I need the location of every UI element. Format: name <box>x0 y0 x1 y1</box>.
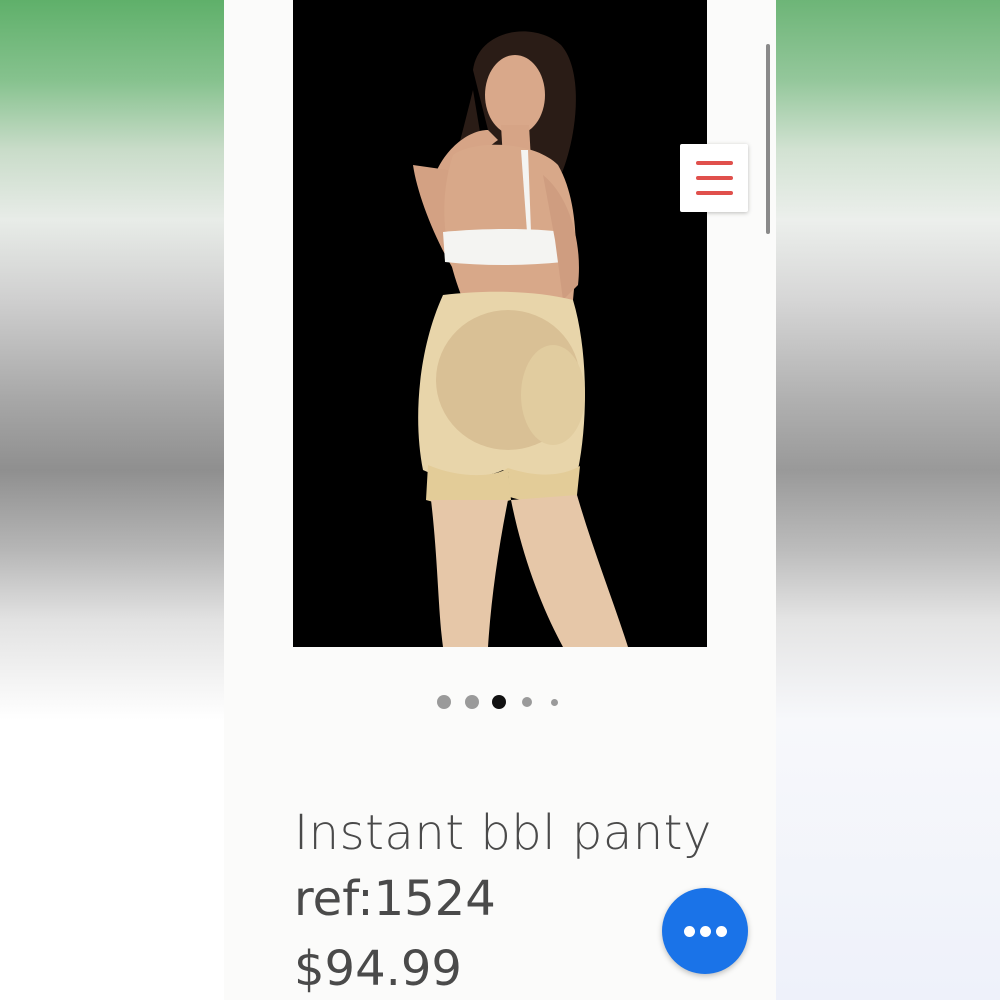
product-reference: ref:1524 <box>294 871 496 927</box>
carousel-dot[interactable] <box>465 695 479 709</box>
screenshot-frame: Instant bbl panty ref:1524 $94.99 <box>0 0 1000 1000</box>
menu-button[interactable] <box>680 144 748 212</box>
product-image[interactable] <box>293 0 707 647</box>
carousel-dot[interactable] <box>551 699 558 706</box>
carousel-dot[interactable] <box>522 697 532 707</box>
product-page: Instant bbl panty ref:1524 $94.99 <box>224 0 776 1000</box>
product-price: $94.99 <box>294 941 462 997</box>
carousel-dot-active[interactable] <box>492 695 506 709</box>
blurred-background-right <box>776 0 1000 1000</box>
product-title: Instant bbl panty <box>294 805 712 861</box>
blurred-background-left <box>0 0 224 1000</box>
model-photo <box>293 0 707 647</box>
chat-button[interactable] <box>662 888 748 974</box>
carousel-dot[interactable] <box>437 695 451 709</box>
carousel-indicator <box>224 694 776 710</box>
scrollbar[interactable] <box>766 44 770 234</box>
